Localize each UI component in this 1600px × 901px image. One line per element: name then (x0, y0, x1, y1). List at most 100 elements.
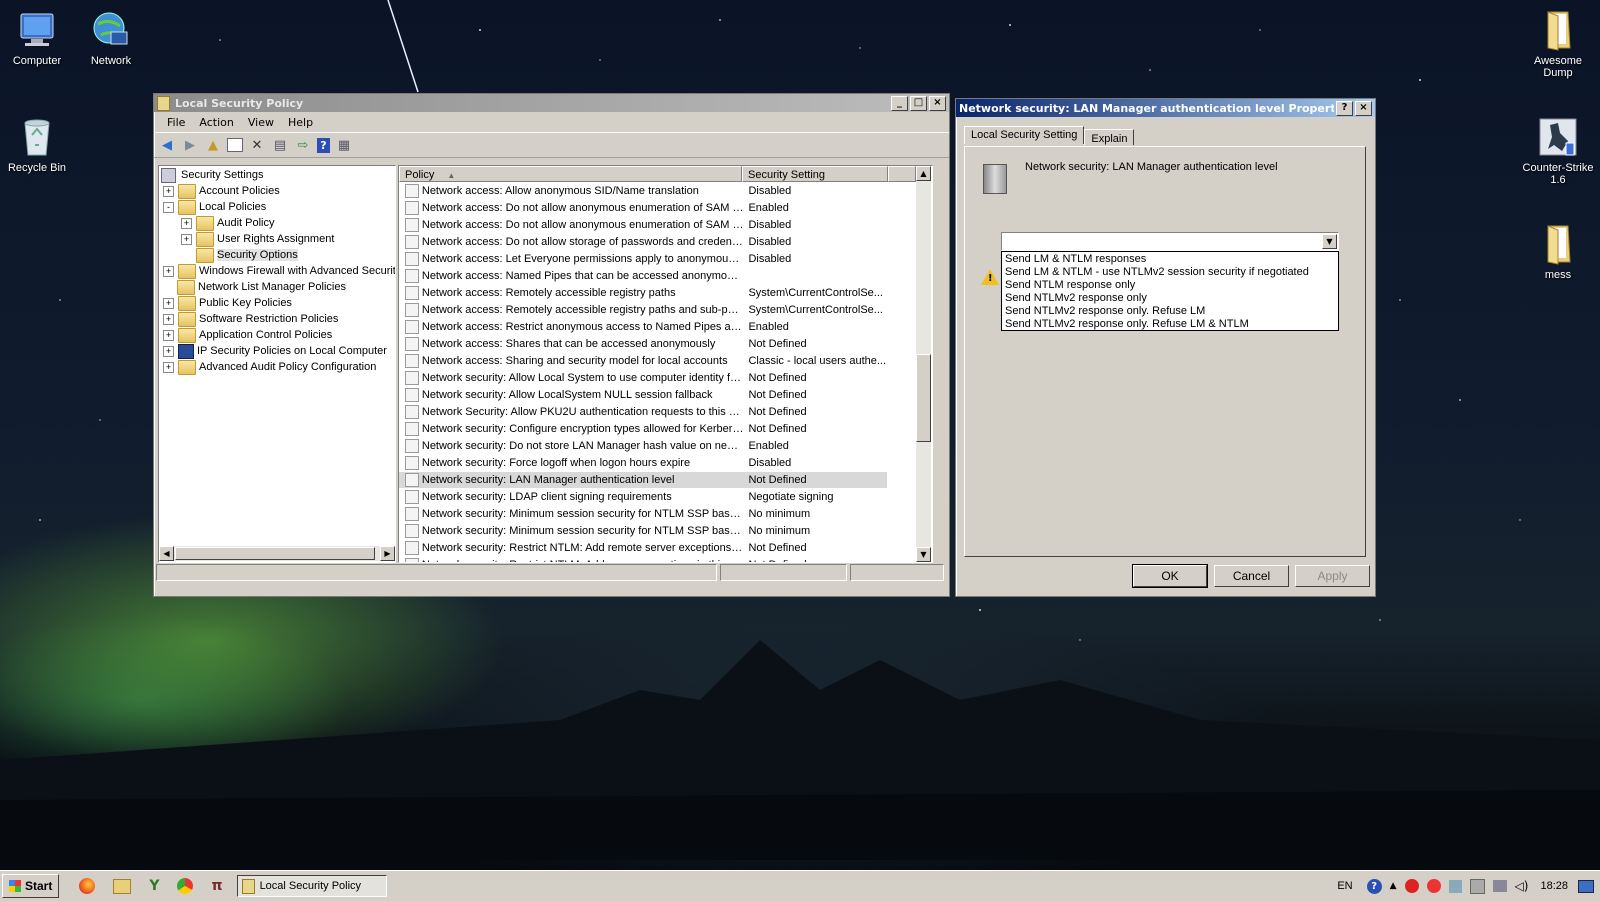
app-pin-icon[interactable]: π (211, 878, 222, 894)
table-row[interactable]: Network access: Do not allow anonymous e… (399, 200, 887, 216)
tree-item-application-control[interactable]: + Application Control Policies (163, 327, 332, 343)
table-row[interactable]: Network Security: Allow PKU2U authentica… (399, 404, 887, 420)
dropdown-option[interactable]: Send LM & NTLM responses (1002, 253, 1338, 266)
desktop-icon-network[interactable]: Network (72, 8, 150, 67)
properties-icon[interactable]: ▤ (271, 136, 289, 154)
collapse-icon[interactable]: - (163, 201, 174, 213)
explorer-folder-icon[interactable] (113, 878, 132, 894)
table-row[interactable]: Network security: Minimum session securi… (399, 523, 887, 539)
table-row[interactable]: Network security: Allow Local System to … (399, 370, 887, 386)
tree-item-windows-firewall[interactable]: + Windows Firewall with Advanced Securit… (163, 263, 395, 279)
menu-file[interactable]: File (160, 116, 192, 129)
table-row[interactable]: Network access: Named Pipes that can be … (399, 268, 887, 284)
table-row[interactable]: Network security: Allow LocalSystem NULL… (399, 387, 887, 403)
tab-local-security-setting[interactable]: Local Security Setting (964, 126, 1085, 144)
table-row[interactable]: Network security: Minimum session securi… (399, 506, 887, 522)
dialog-close-button[interactable]: × (1355, 100, 1372, 116)
tree-item-account-policies[interactable]: + Account Policies (163, 183, 280, 199)
start-button[interactable]: Start (2, 874, 60, 898)
app-y-icon[interactable]: Y (149, 878, 159, 894)
expand-icon[interactable]: + (163, 345, 174, 357)
table-row[interactable]: Network security: Do not store LAN Manag… (399, 438, 887, 454)
tree-item-public-key-policies[interactable]: + Public Key Policies (163, 295, 292, 311)
menu-view[interactable]: View (241, 116, 281, 129)
tree-item-security-settings[interactable]: Security Settings (161, 167, 264, 183)
notification-chevron-icon[interactable]: ▲ (1390, 881, 1397, 891)
back-arrow-icon[interactable]: ◀ (158, 136, 176, 154)
dropdown-option[interactable]: Send NTLMv2 response only. Refuse LM (1002, 305, 1338, 318)
firefox-icon[interactable] (79, 878, 96, 894)
help-icon[interactable]: ? (317, 137, 330, 153)
tree-item-audit-policy[interactable]: + Audit Policy (181, 215, 274, 231)
tree-item-security-options[interactable]: Security Options (196, 247, 298, 263)
expand-icon[interactable]: + (163, 329, 174, 341)
list-vertical-scrollbar[interactable]: ▲ ▼ (916, 166, 931, 562)
chrome-icon[interactable] (177, 878, 194, 894)
help-tray-icon[interactable]: ? (1366, 878, 1382, 894)
desktop-icon-counter-strike[interactable]: Counter-Strike 1.6 (1519, 115, 1597, 186)
taskbar-task-local-security-policy[interactable]: Local Security Policy (236, 875, 387, 897)
dropdown-option[interactable]: Send NTLMv2 response only. Refuse LM & N… (1002, 318, 1338, 331)
tree-item-ip-security[interactable]: + IP Security Policies on Local Computer (163, 343, 387, 359)
device-icon[interactable] (1469, 878, 1485, 894)
table-row[interactable]: Network security: Force logoff when logo… (399, 455, 887, 471)
maximize-button[interactable]: □ (910, 95, 927, 111)
menu-help[interactable]: Help (281, 116, 320, 129)
dialog-help-button[interactable]: ? (1336, 100, 1353, 116)
forward-arrow-icon[interactable]: ▶ (181, 136, 199, 154)
dropdown-option[interactable]: Send NTLM response only (1002, 279, 1338, 292)
table-row[interactable]: Network security: Configure encryption t… (399, 421, 887, 437)
table-row[interactable]: Network access: Restrict anonymous acces… (399, 319, 887, 335)
column-header-security-setting[interactable]: Security Setting (742, 166, 888, 182)
show-hide-tree-icon[interactable] (227, 138, 243, 152)
volume-icon[interactable]: ◁) (1515, 879, 1529, 893)
table-row[interactable]: Network access: Shares that can be acces… (399, 336, 887, 352)
expand-icon[interactable]: + (163, 265, 174, 277)
close-button[interactable]: × (929, 95, 946, 111)
show-desktop-icon[interactable] (1578, 879, 1594, 893)
network-tray-icon[interactable] (1492, 880, 1507, 892)
table-row[interactable]: Network access: Sharing and security mod… (399, 353, 887, 369)
tree-horizontal-scrollbar[interactable]: ◀ ▶ (159, 546, 395, 561)
tree-item-local-policies[interactable]: - Local Policies (163, 199, 266, 215)
table-row[interactable]: Network security: Restrict NTLM: Add ser… (399, 557, 887, 562)
apply-button[interactable]: Apply (1295, 565, 1370, 587)
security-alert-icon[interactable] (1426, 879, 1441, 893)
table-row[interactable]: Network access: Do not allow anonymous e… (399, 217, 887, 233)
language-indicator[interactable]: EN (1337, 880, 1352, 892)
expand-icon[interactable]: + (163, 361, 174, 373)
table-row[interactable]: Network access: Remotely accessible regi… (399, 285, 887, 301)
antivirus-icon[interactable] (1404, 879, 1419, 893)
authentication-level-dropdown[interactable]: ▼ (1001, 232, 1339, 251)
cancel-button[interactable]: Cancel (1214, 565, 1289, 587)
update-icon[interactable] (1448, 879, 1462, 893)
clock[interactable]: 18:28 (1540, 880, 1568, 892)
scroll-down-button[interactable]: ▼ (916, 547, 931, 562)
scroll-left-button[interactable]: ◀ (159, 546, 174, 561)
table-row[interactable]: Network access: Do not allow storage of … (399, 234, 887, 250)
tree-item-user-rights-assignment[interactable]: + User Rights Assignment (181, 231, 334, 247)
table-row[interactable]: Network access: Remotely accessible regi… (399, 302, 887, 318)
view-options-icon[interactable]: ▦ (335, 136, 353, 154)
scroll-thumb[interactable] (175, 547, 375, 560)
expand-icon[interactable]: + (181, 233, 192, 245)
menu-action[interactable]: Action (192, 116, 240, 129)
table-row[interactable]: Network security: LAN Manager authentica… (399, 472, 887, 488)
tab-explain[interactable]: Explain (1084, 129, 1135, 145)
dropdown-option[interactable]: Send NTLMv2 response only (1002, 292, 1338, 305)
dialog-titlebar[interactable]: Network security: LAN Manager authentica… (956, 99, 1375, 117)
expand-icon[interactable]: + (163, 297, 174, 309)
table-row[interactable]: Network security: Restrict NTLM: Add rem… (399, 540, 887, 556)
expand-icon[interactable]: + (163, 313, 174, 325)
scroll-up-button[interactable]: ▲ (916, 166, 931, 181)
table-row[interactable]: Network security: LDAP client signing re… (399, 489, 887, 505)
column-header-policy[interactable]: Policy ▲ (399, 166, 742, 182)
window-titlebar[interactable]: Local Security Policy _ □ × (154, 94, 949, 112)
desktop-icon-recycle-bin[interactable]: Recycle Bin (0, 115, 76, 174)
dropdown-option[interactable]: Send LM & NTLM - use NTLMv2 session secu… (1002, 266, 1338, 279)
tree-item-advanced-audit[interactable]: + Advanced Audit Policy Configuration (163, 359, 376, 375)
table-row[interactable]: Network access: Let Everyone permissions… (399, 251, 887, 267)
table-row[interactable]: Network access: Allow anonymous SID/Name… (399, 183, 887, 199)
scroll-right-button[interactable]: ▶ (380, 546, 395, 561)
desktop-icon-mess[interactable]: mess (1519, 222, 1597, 281)
